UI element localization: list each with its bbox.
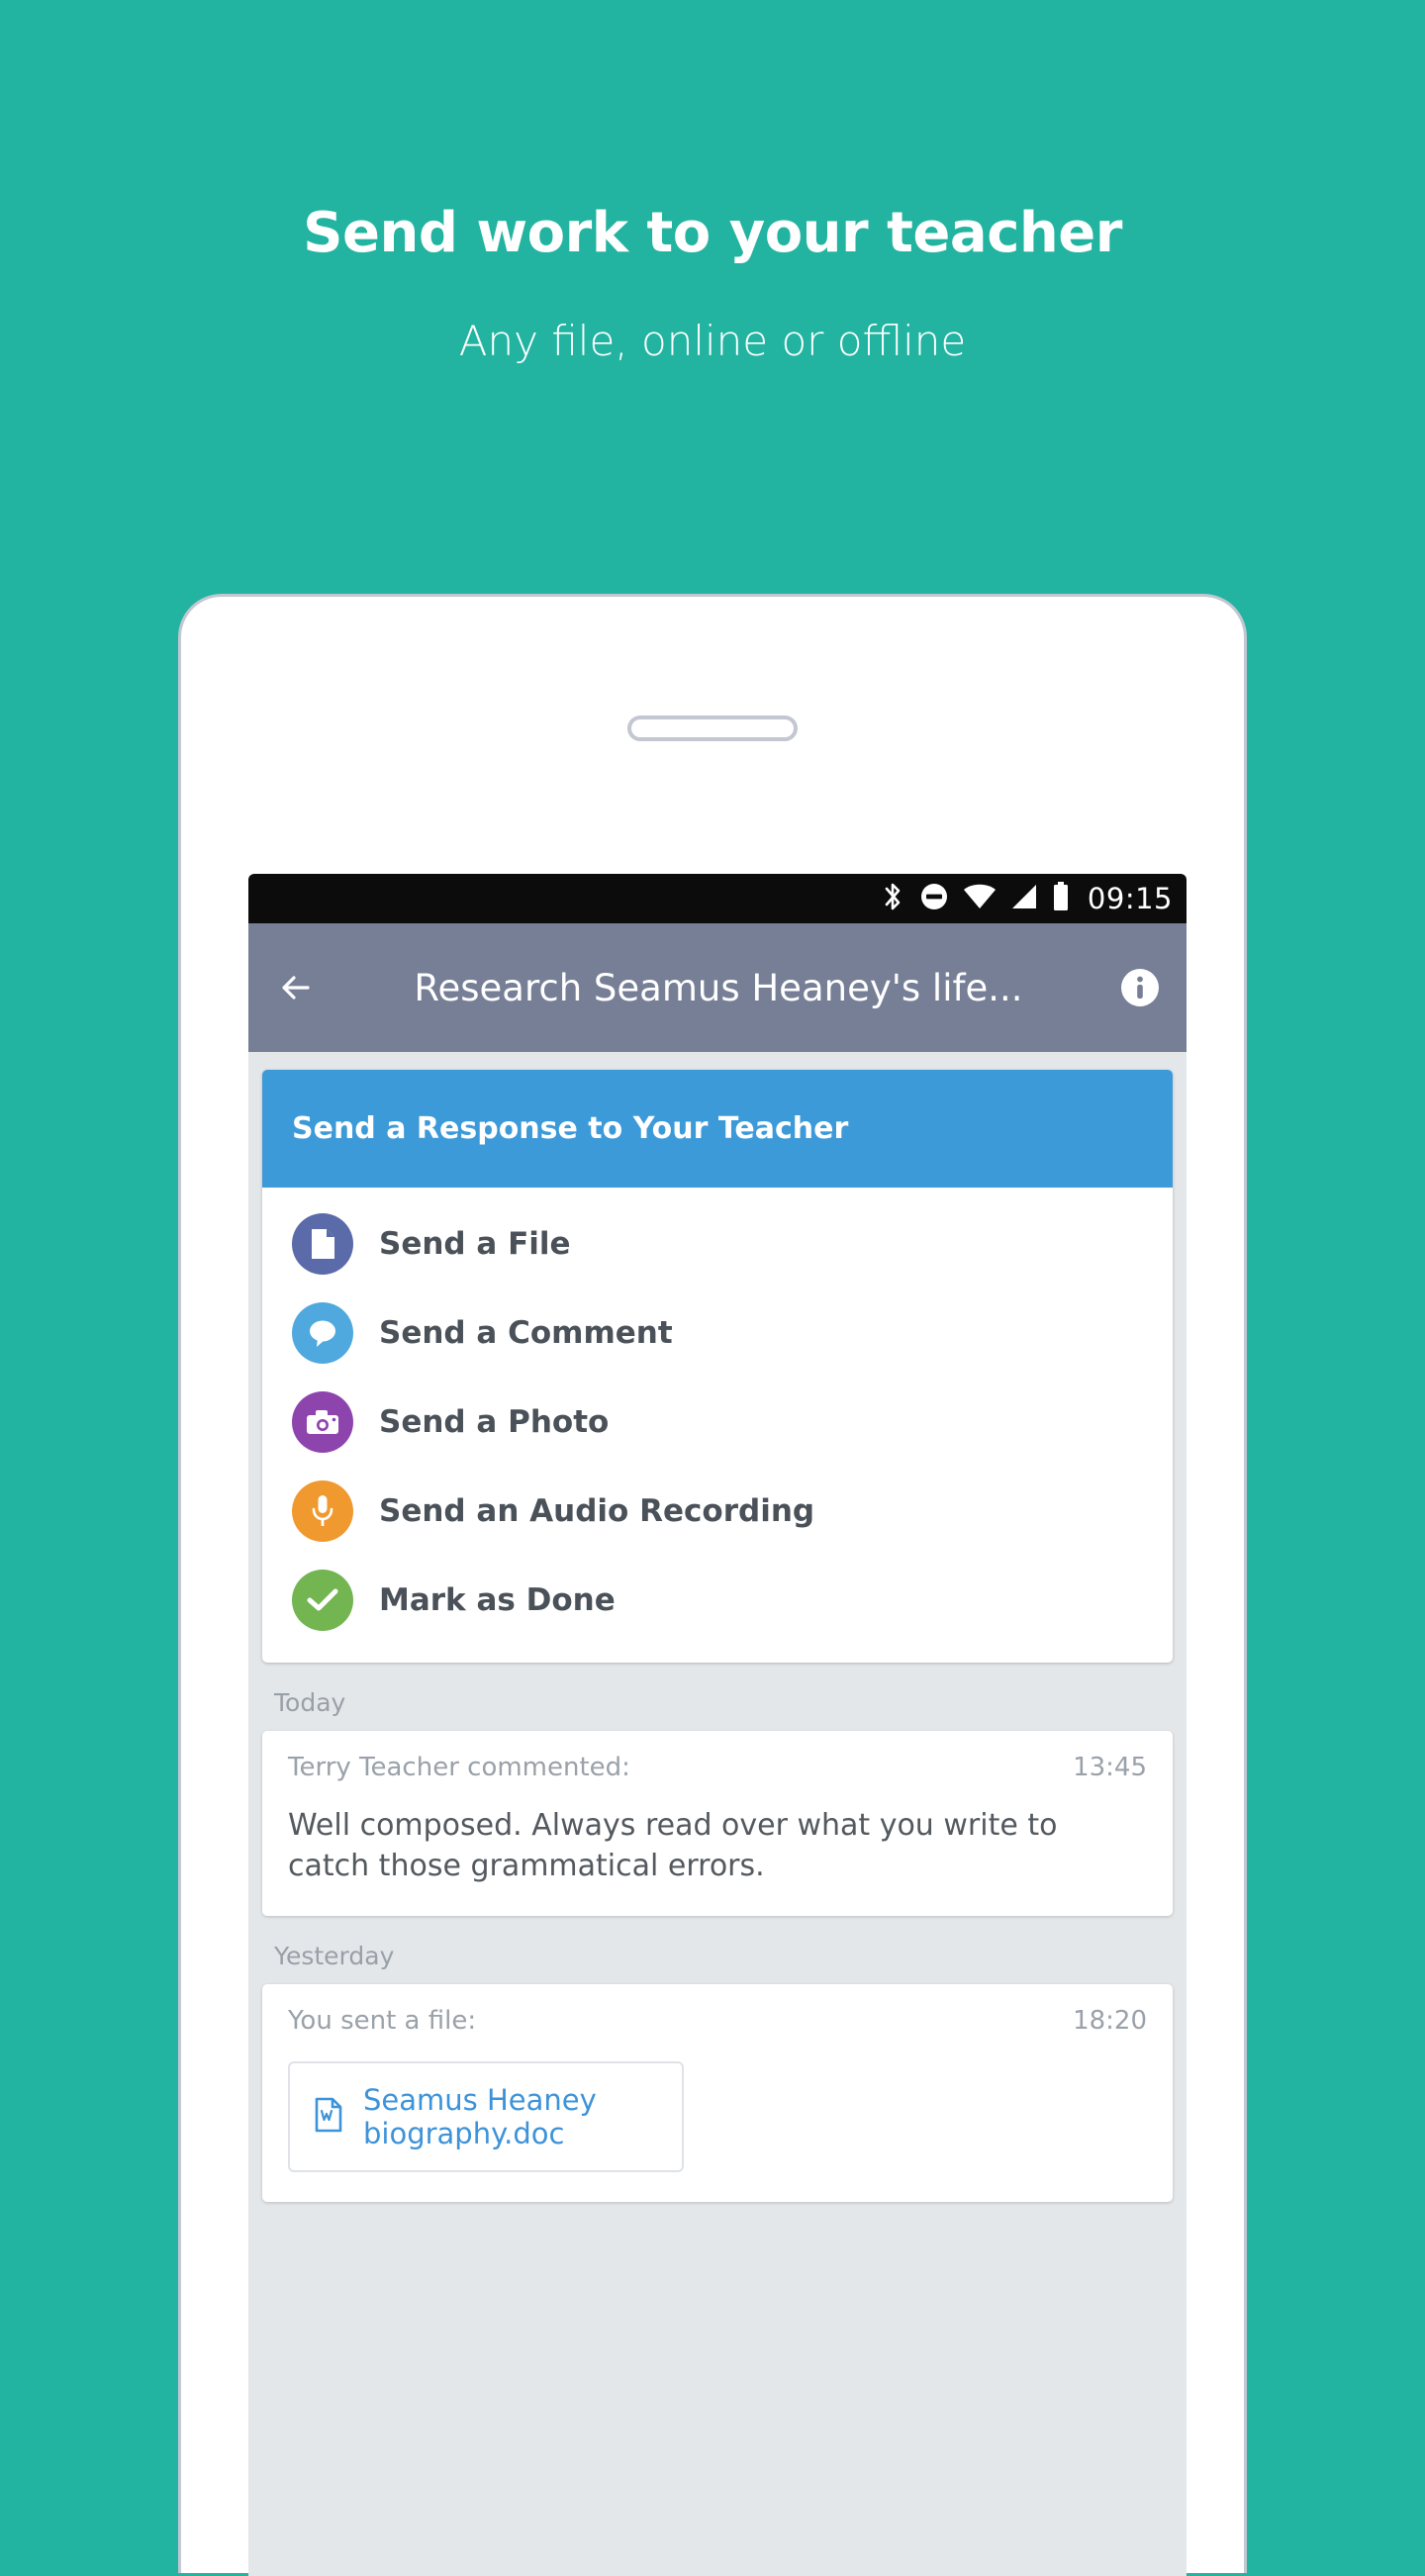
camera-icon — [292, 1391, 353, 1453]
phone-mockup: 09:15 Research Seamus Heaney's life... S… — [178, 594, 1247, 2576]
timeline-entry-file[interactable]: You sent a file: 18:20 Seamus Heaney bio… — [262, 1984, 1173, 2202]
file-attachment-name: Seamus Heaney biography.doc — [363, 2083, 597, 2150]
comment-icon — [292, 1302, 353, 1364]
word-document-icon — [314, 2097, 343, 2137]
promo-heading: Send work to your teacher — [303, 201, 1122, 265]
microphone-icon — [292, 1480, 353, 1542]
action-label: Send a Comment — [379, 1315, 673, 1351]
action-item-send-a-file[interactable]: Send a File — [262, 1199, 1173, 1288]
status-bar-icons — [880, 881, 1070, 916]
status-bar-time: 09:15 — [1087, 882, 1173, 915]
day-label-today: Today — [274, 1688, 346, 1717]
promo-subheading: Any file, online or offline — [458, 317, 967, 365]
action-label: Send an Audio Recording — [379, 1493, 815, 1529]
status-bar: 09:15 — [248, 874, 1187, 923]
battery-icon — [1052, 882, 1070, 915]
action-label: Send a Photo — [379, 1404, 610, 1440]
bluetooth-icon — [880, 881, 905, 916]
wifi-icon — [963, 883, 997, 914]
action-label: Send a File — [379, 1226, 571, 1262]
action-item-send-a-comment[interactable]: Send a Comment — [262, 1288, 1173, 1378]
timeline-entry-author: You sent a file: — [288, 2006, 477, 2036]
send-response-card-header: Send a Response to Your Teacher — [262, 1070, 1173, 1188]
app-bar: Research Seamus Heaney's life... — [248, 923, 1187, 1052]
do-not-disturb-icon — [919, 882, 949, 915]
send-response-card: Send a Response to Your Teacher Send a F… — [262, 1070, 1173, 1663]
document-icon — [292, 1213, 353, 1275]
check-icon — [292, 1570, 353, 1631]
phone-speaker-grille — [627, 716, 798, 741]
timeline-entry-meta: You sent a file: 18:20 — [288, 2006, 1147, 2036]
timeline-entry-meta: Terry Teacher commented: 13:45 — [288, 1753, 1147, 1782]
timeline-entry-comment[interactable]: Terry Teacher commented: 13:45 Well comp… — [262, 1731, 1173, 1916]
action-item-send-a-photo[interactable]: Send a Photo — [262, 1378, 1173, 1467]
timeline-entry-body: Well composed. Always read over what you… — [288, 1808, 1058, 1883]
timeline-entry-author: Terry Teacher commented: — [288, 1753, 630, 1782]
phone-screen: 09:15 Research Seamus Heaney's life... S… — [248, 874, 1187, 2576]
back-arrow-icon[interactable] — [274, 966, 318, 1009]
page-title: Research Seamus Heaney's life... — [414, 966, 1023, 1009]
action-item-send-an-audio-recording[interactable]: Send an Audio Recording — [262, 1467, 1173, 1556]
day-label-yesterday: Yesterday — [274, 1942, 395, 1970]
promo-background: Send work to your teacher Any file, onli… — [0, 0, 1425, 2576]
file-attachment-chip[interactable]: Seamus Heaney biography.doc — [288, 2061, 684, 2172]
action-item-mark-as-done[interactable]: Mark as Done — [262, 1556, 1173, 1645]
info-icon[interactable] — [1119, 967, 1161, 1008]
screen-content: Send a Response to Your Teacher Send a F… — [248, 1070, 1187, 2576]
cellular-signal-icon — [1010, 883, 1038, 914]
action-list: Send a File Send a Comment Send a Photo … — [262, 1188, 1173, 1663]
timeline-entry-time: 18:20 — [1073, 2006, 1147, 2036]
timeline-entry-time: 13:45 — [1073, 1753, 1147, 1782]
action-label: Mark as Done — [379, 1582, 616, 1618]
